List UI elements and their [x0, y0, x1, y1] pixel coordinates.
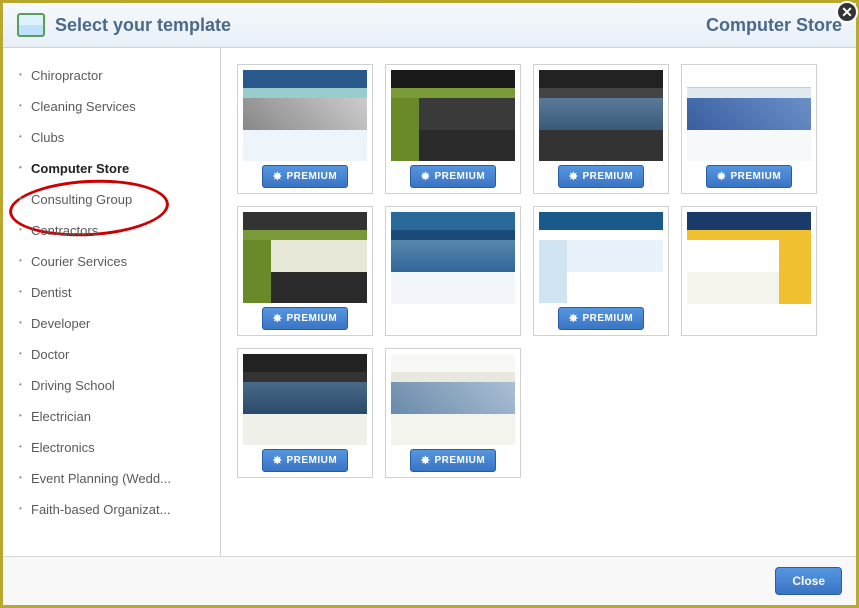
category-item[interactable]: Courier Services — [17, 246, 216, 277]
premium-label: PREMIUM — [582, 171, 633, 182]
dialog-body: ChiropractorCleaning ServicesClubsComput… — [3, 48, 856, 556]
star-icon: ✸ — [569, 312, 579, 325]
dialog-header: Select your template Computer Store — [3, 3, 856, 48]
dialog-context: Computer Store — [706, 15, 842, 36]
category-item[interactable]: Clubs — [17, 122, 216, 153]
category-item[interactable]: Event Planning (Wedd... — [17, 463, 216, 494]
category-item[interactable]: Faith-based Organizat... — [17, 494, 216, 525]
template-card[interactable]: ✸PREMIUM — [385, 64, 521, 194]
star-icon: ✸ — [569, 170, 579, 183]
template-card[interactable]: ✸PREMIUM — [237, 64, 373, 194]
star-icon: ✸ — [273, 454, 283, 467]
category-item[interactable]: Electrician — [17, 401, 216, 432]
category-item[interactable]: Doctor — [17, 339, 216, 370]
category-item[interactable]: Cleaning Services — [17, 91, 216, 122]
template-card[interactable]: ✸PREMIUM — [533, 206, 669, 336]
template-thumbnail — [391, 70, 515, 161]
category-item[interactable]: Electronics — [17, 432, 216, 463]
close-button[interactable]: Close — [775, 567, 842, 595]
template-thumbnail — [243, 212, 367, 303]
category-item[interactable]: Computer Store — [17, 153, 216, 184]
premium-label: PREMIUM — [434, 455, 485, 466]
category-item[interactable]: Chiropractor — [17, 60, 216, 91]
template-card[interactable]: ✸PREMIUM — [237, 206, 373, 336]
star-icon: ✸ — [421, 170, 431, 183]
premium-badge[interactable]: ✸PREMIUM — [706, 165, 792, 188]
premium-label: PREMIUM — [286, 171, 337, 182]
premium-label: PREMIUM — [286, 313, 337, 324]
template-thumbnail — [539, 212, 663, 303]
template-card[interactable]: ✸PREMIUM — [237, 348, 373, 478]
template-picker-dialog: ✕ Select your template Computer Store Ch… — [3, 3, 856, 605]
template-grid: ✸PREMIUM✸PREMIUM✸PREMIUM✸PREMIUM✸PREMIUM… — [221, 48, 856, 556]
category-item[interactable]: Driving School — [17, 370, 216, 401]
premium-badge[interactable]: ✸PREMIUM — [262, 165, 348, 188]
premium-badge[interactable]: ✸PREMIUM — [558, 165, 644, 188]
template-thumbnail — [391, 212, 515, 304]
premium-badge[interactable]: ✸PREMIUM — [262, 449, 348, 472]
star-icon: ✸ — [273, 312, 283, 325]
close-icon[interactable]: ✕ — [836, 1, 858, 23]
category-sidebar[interactable]: ChiropractorCleaning ServicesClubsComput… — [3, 48, 221, 556]
star-icon: ✸ — [421, 454, 431, 467]
template-thumbnail — [243, 354, 367, 445]
template-card[interactable] — [681, 206, 817, 336]
category-item[interactable]: Developer — [17, 308, 216, 339]
premium-badge[interactable]: ✸PREMIUM — [558, 307, 644, 330]
template-thumbnail — [687, 70, 811, 161]
premium-label: PREMIUM — [730, 171, 781, 182]
template-thumbnail — [391, 354, 515, 445]
premium-label: PREMIUM — [582, 313, 633, 324]
category-item[interactable]: Contractors — [17, 215, 216, 246]
star-icon: ✸ — [717, 170, 727, 183]
premium-label: PREMIUM — [286, 455, 337, 466]
template-thumbnail — [539, 70, 663, 161]
template-card[interactable]: ✸PREMIUM — [681, 64, 817, 194]
premium-label: PREMIUM — [434, 171, 485, 182]
premium-badge[interactable]: ✸PREMIUM — [410, 165, 496, 188]
template-thumbnail — [243, 70, 367, 161]
premium-badge[interactable]: ✸PREMIUM — [410, 449, 496, 472]
premium-badge[interactable]: ✸PREMIUM — [262, 307, 348, 330]
monitor-icon — [17, 13, 45, 37]
template-card[interactable]: ✸PREMIUM — [385, 348, 521, 478]
dialog-footer: Close — [3, 556, 856, 605]
template-thumbnail — [687, 212, 811, 304]
star-icon: ✸ — [273, 170, 283, 183]
category-item[interactable]: Dentist — [17, 277, 216, 308]
dialog-title: Select your template — [55, 15, 231, 36]
template-card[interactable] — [385, 206, 521, 336]
category-item[interactable]: Consulting Group — [17, 184, 216, 215]
template-card[interactable]: ✸PREMIUM — [533, 64, 669, 194]
